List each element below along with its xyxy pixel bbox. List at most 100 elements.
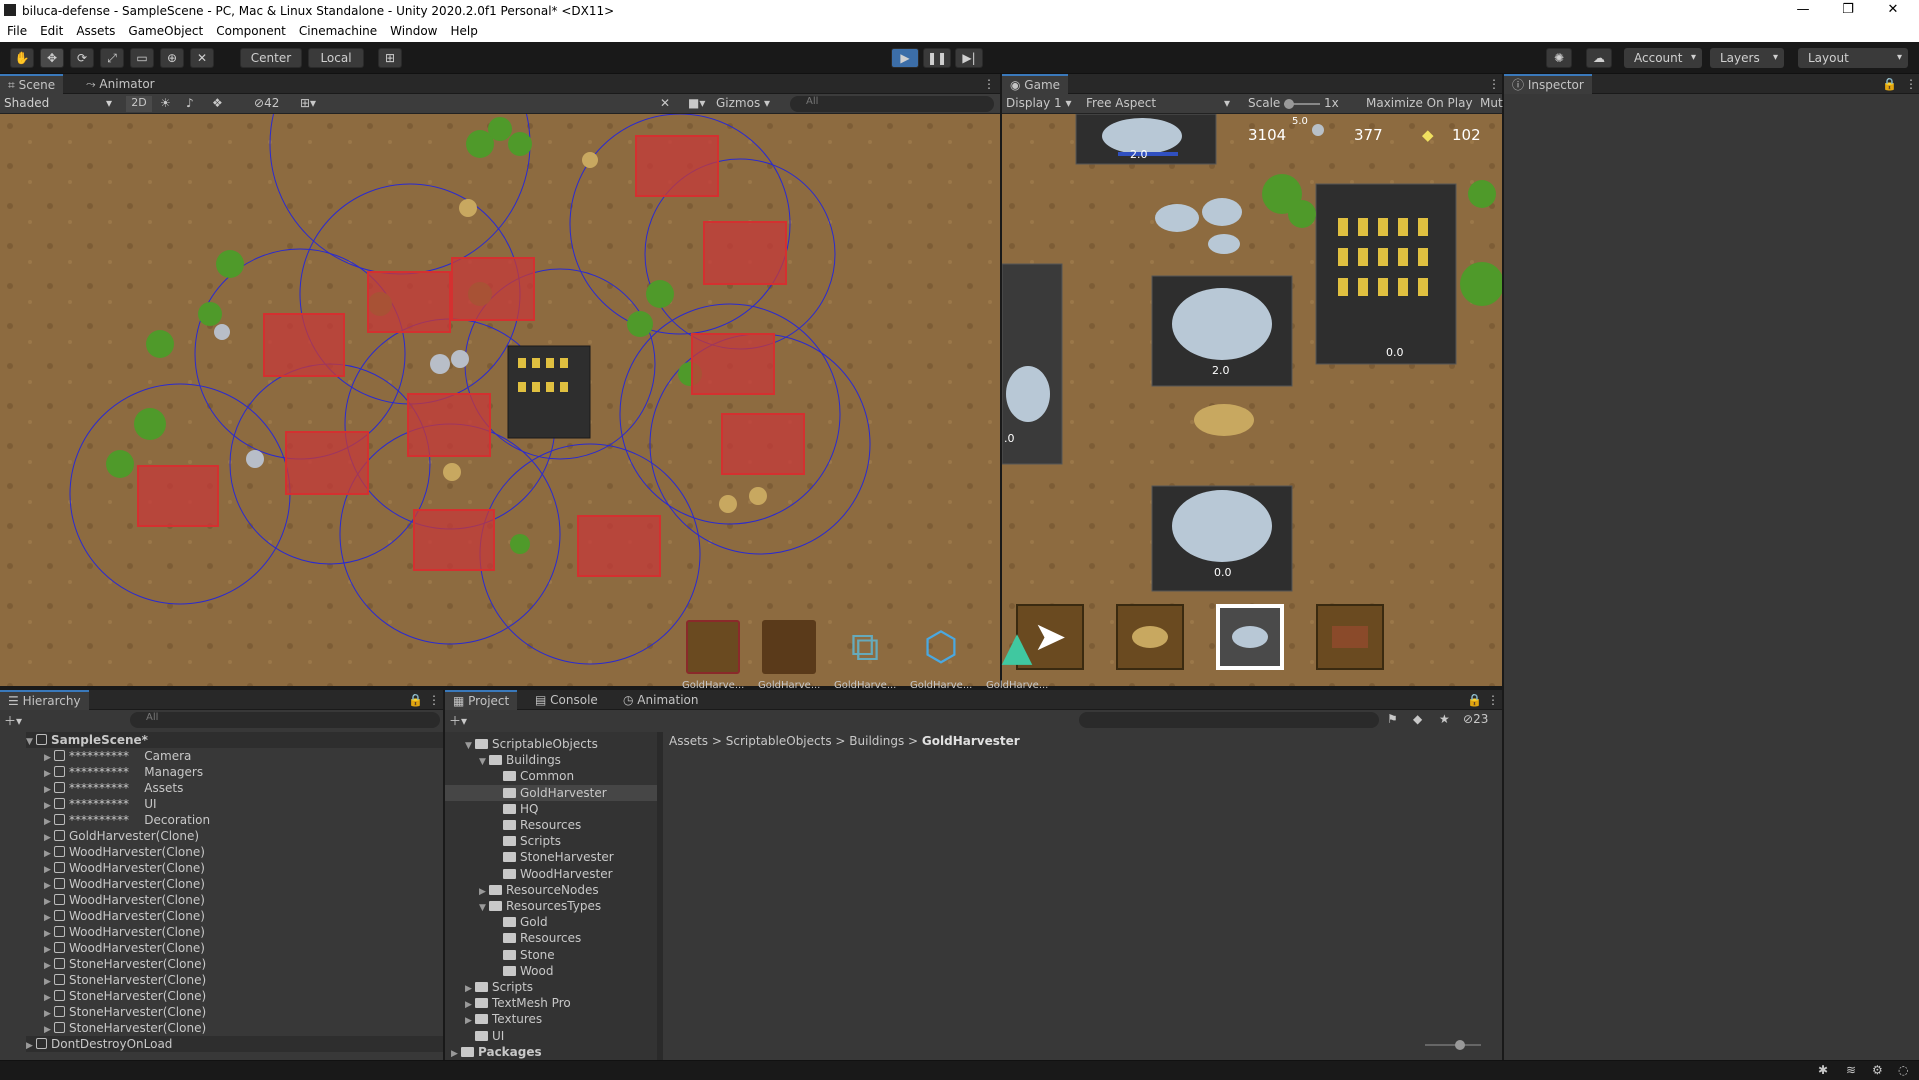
custom-tool-icon[interactable]: ✕ xyxy=(190,48,214,68)
project-folder-row[interactable]: Stone xyxy=(445,947,657,963)
minimize-button[interactable]: — xyxy=(1783,2,1823,20)
scale-tool-icon[interactable]: ⤢ xyxy=(100,48,124,68)
filter-type-icon[interactable]: ⚑ xyxy=(1387,712,1398,726)
inspector-menu-icon[interactable]: ⋮ xyxy=(1897,74,1919,94)
asset-item-animator[interactable]: ⧉ GoldHarve... xyxy=(834,620,896,691)
build-stone-harvester-button[interactable] xyxy=(1216,604,1284,670)
hand-tool-icon[interactable]: ✋ xyxy=(10,48,34,68)
menu-file[interactable]: File xyxy=(0,22,33,38)
favorite-icon[interactable]: ★ xyxy=(1439,712,1450,726)
project-folder-row[interactable]: ▼ Buildings xyxy=(445,752,657,768)
project-folder-row[interactable]: ▶ TextMesh Pro xyxy=(445,995,657,1011)
project-folder-row[interactable]: Wood xyxy=(445,963,657,979)
scale-slider[interactable] xyxy=(1284,99,1320,109)
hierarchy-group-row[interactable]: ▶ ********** Assets xyxy=(44,780,443,796)
project-folder-row[interactable]: ▶ Textures xyxy=(445,1011,657,1027)
account-dropdown[interactable]: Account xyxy=(1624,48,1702,68)
transform-tool-icon[interactable]: ⊕ xyxy=(160,48,184,68)
asset-item-prefab[interactable]: GoldHarve... xyxy=(682,620,744,691)
scene-menu-icon[interactable]: ⋮ xyxy=(975,74,1003,94)
grid-icon[interactable]: ⊞▾ xyxy=(300,96,316,110)
hierarchy-item-row[interactable]: ▶ GoldHarvester(Clone) xyxy=(44,828,443,844)
grid-snap-icon[interactable]: ⊞ xyxy=(378,48,402,68)
hierarchy-item-row[interactable]: ▶ StoneHarvester(Clone) xyxy=(44,956,443,972)
shading-mode-dropdown[interactable]: Shaded ▾ xyxy=(4,96,116,112)
project-folder-row[interactable]: Common xyxy=(445,768,657,784)
tab-scene[interactable]: ⌗ Scene xyxy=(0,74,64,94)
hidden-objects-icon[interactable]: ⊘42 xyxy=(254,96,279,110)
menu-assets[interactable]: Assets xyxy=(69,22,121,38)
project-folder-row[interactable]: GoldHarvester xyxy=(445,784,657,801)
hierarchy-ddol-row[interactable]: ▶ DontDestroyOnLoad xyxy=(26,1036,443,1052)
scene-search-input[interactable]: All xyxy=(790,96,994,112)
hierarchy-add-button[interactable]: ＋▾ xyxy=(4,712,32,728)
maximize-on-play-toggle[interactable]: Maximize On Play xyxy=(1366,96,1473,110)
bug-icon[interactable]: ✱ xyxy=(1818,1063,1828,1077)
play-button[interactable]: ▶ xyxy=(891,48,919,68)
hierarchy-group-row[interactable]: ▶ ********** Decoration xyxy=(44,812,443,828)
project-folder-row[interactable]: WoodHarvester xyxy=(445,866,657,882)
hierarchy-item-row[interactable]: ▶ WoodHarvester(Clone) xyxy=(44,876,443,892)
project-add-button[interactable]: ＋▾ xyxy=(449,712,467,729)
folder-tree-scrollbar[interactable] xyxy=(657,732,663,1060)
collab-icon[interactable]: ✺ xyxy=(1546,48,1572,68)
tab-animator[interactable]: ⤳ Animator xyxy=(78,74,163,94)
camera-icon[interactable]: ■▾ xyxy=(688,96,705,110)
menu-help[interactable]: Help xyxy=(444,22,484,38)
project-folder-row[interactable]: Scripts xyxy=(445,833,657,849)
lighting-icon[interactable]: ☀ xyxy=(160,96,171,110)
display-dropdown[interactable]: Display 1 ▾ xyxy=(1006,96,1080,110)
pause-button[interactable]: ❚❚ xyxy=(923,48,951,68)
project-folder-row[interactable]: ▶ Scripts xyxy=(445,979,657,995)
hierarchy-group-row[interactable]: ▶ ********** Managers xyxy=(44,764,443,780)
layers-dropdown[interactable]: Layers xyxy=(1710,48,1784,68)
hierarchy-item-row[interactable]: ▶ WoodHarvester(Clone) xyxy=(44,892,443,908)
rotate-tool-icon[interactable]: ⟳ xyxy=(70,48,94,68)
game-view[interactable]: 2.0 2.0 0.0 0.0 .0 3104 5.0 377 ◆ 102 ➤ xyxy=(1002,114,1502,686)
project-hidden-icon[interactable]: ⊘23 xyxy=(1463,712,1488,726)
breadcrumb-buildings[interactable]: Buildings xyxy=(849,734,904,748)
maximize-button[interactable]: ❐ xyxy=(1828,2,1868,20)
hierarchy-item-row[interactable]: ▶ WoodHarvester(Clone) xyxy=(44,908,443,924)
menu-cinemachine[interactable]: Cinemachine xyxy=(292,22,383,38)
project-folder-row[interactable]: Resources xyxy=(445,817,657,833)
progress-icon[interactable]: ⚙ xyxy=(1872,1063,1883,1077)
hierarchy-item-row[interactable]: ▶ StoneHarvester(Clone) xyxy=(44,1004,443,1020)
filter-label-icon[interactable]: ◆ xyxy=(1413,712,1422,726)
asset-size-slider-thumb[interactable] xyxy=(1455,1040,1465,1050)
hierarchy-scene-row[interactable]: ▼ SampleScene* xyxy=(26,732,443,748)
menu-component[interactable]: Component xyxy=(209,22,292,38)
gizmos-dropdown[interactable]: Gizmos ▾ xyxy=(716,96,782,110)
menu-gameobject[interactable]: GameObject xyxy=(121,22,209,38)
layout-dropdown[interactable]: Layout xyxy=(1798,48,1908,68)
menu-edit[interactable]: Edit xyxy=(33,22,69,38)
pivot-center-button[interactable]: Center xyxy=(240,48,302,68)
step-button[interactable]: ▶| xyxy=(955,48,983,68)
hierarchy-item-row[interactable]: ▶ StoneHarvester(Clone) xyxy=(44,988,443,1004)
build-wood-harvester-button[interactable] xyxy=(1316,604,1384,670)
pivot-local-button[interactable]: Local xyxy=(308,48,364,68)
asset-size-slider[interactable] xyxy=(1425,1040,1481,1050)
hierarchy-group-row[interactable]: ▶ ********** UI xyxy=(44,796,443,812)
project-folder-row[interactable]: Gold xyxy=(445,914,657,930)
project-folder-row[interactable]: Resources xyxy=(445,930,657,946)
hierarchy-item-row[interactable]: ▶ WoodHarvester(Clone) xyxy=(44,940,443,956)
tab-project[interactable]: ▦ Project xyxy=(445,690,518,710)
breadcrumb-goldharvester[interactable]: GoldHarvester xyxy=(922,734,1020,748)
scene-view[interactable] xyxy=(0,114,1000,686)
2d-toggle[interactable]: 2D xyxy=(126,96,152,112)
hierarchy-menu-icon[interactable]: ⋮ xyxy=(420,690,448,710)
breadcrumb-assets[interactable]: Assets xyxy=(669,734,708,748)
build-gold-harvester-button[interactable] xyxy=(1116,604,1184,670)
hierarchy-item-row[interactable]: ▶ StoneHarvester(Clone) xyxy=(44,972,443,988)
project-menu-icon[interactable]: ⋮ xyxy=(1479,690,1507,710)
breadcrumb-scriptableobjects[interactable]: ScriptableObjects xyxy=(726,734,832,748)
effects-icon[interactable]: ❖ xyxy=(212,96,223,110)
hierarchy-item-row[interactable]: ▶ WoodHarvester(Clone) xyxy=(44,924,443,940)
tab-console[interactable]: ▤ Console xyxy=(527,690,606,710)
auto-generate-icon[interactable]: ◌ xyxy=(1898,1063,1908,1077)
project-folder-row[interactable]: UI xyxy=(445,1028,657,1044)
hierarchy-item-row[interactable]: ▶ WoodHarvester(Clone) xyxy=(44,844,443,860)
project-folder-row[interactable]: ▼ ScriptableObjects xyxy=(445,736,657,752)
audio-icon[interactable]: ♪ xyxy=(186,96,194,110)
